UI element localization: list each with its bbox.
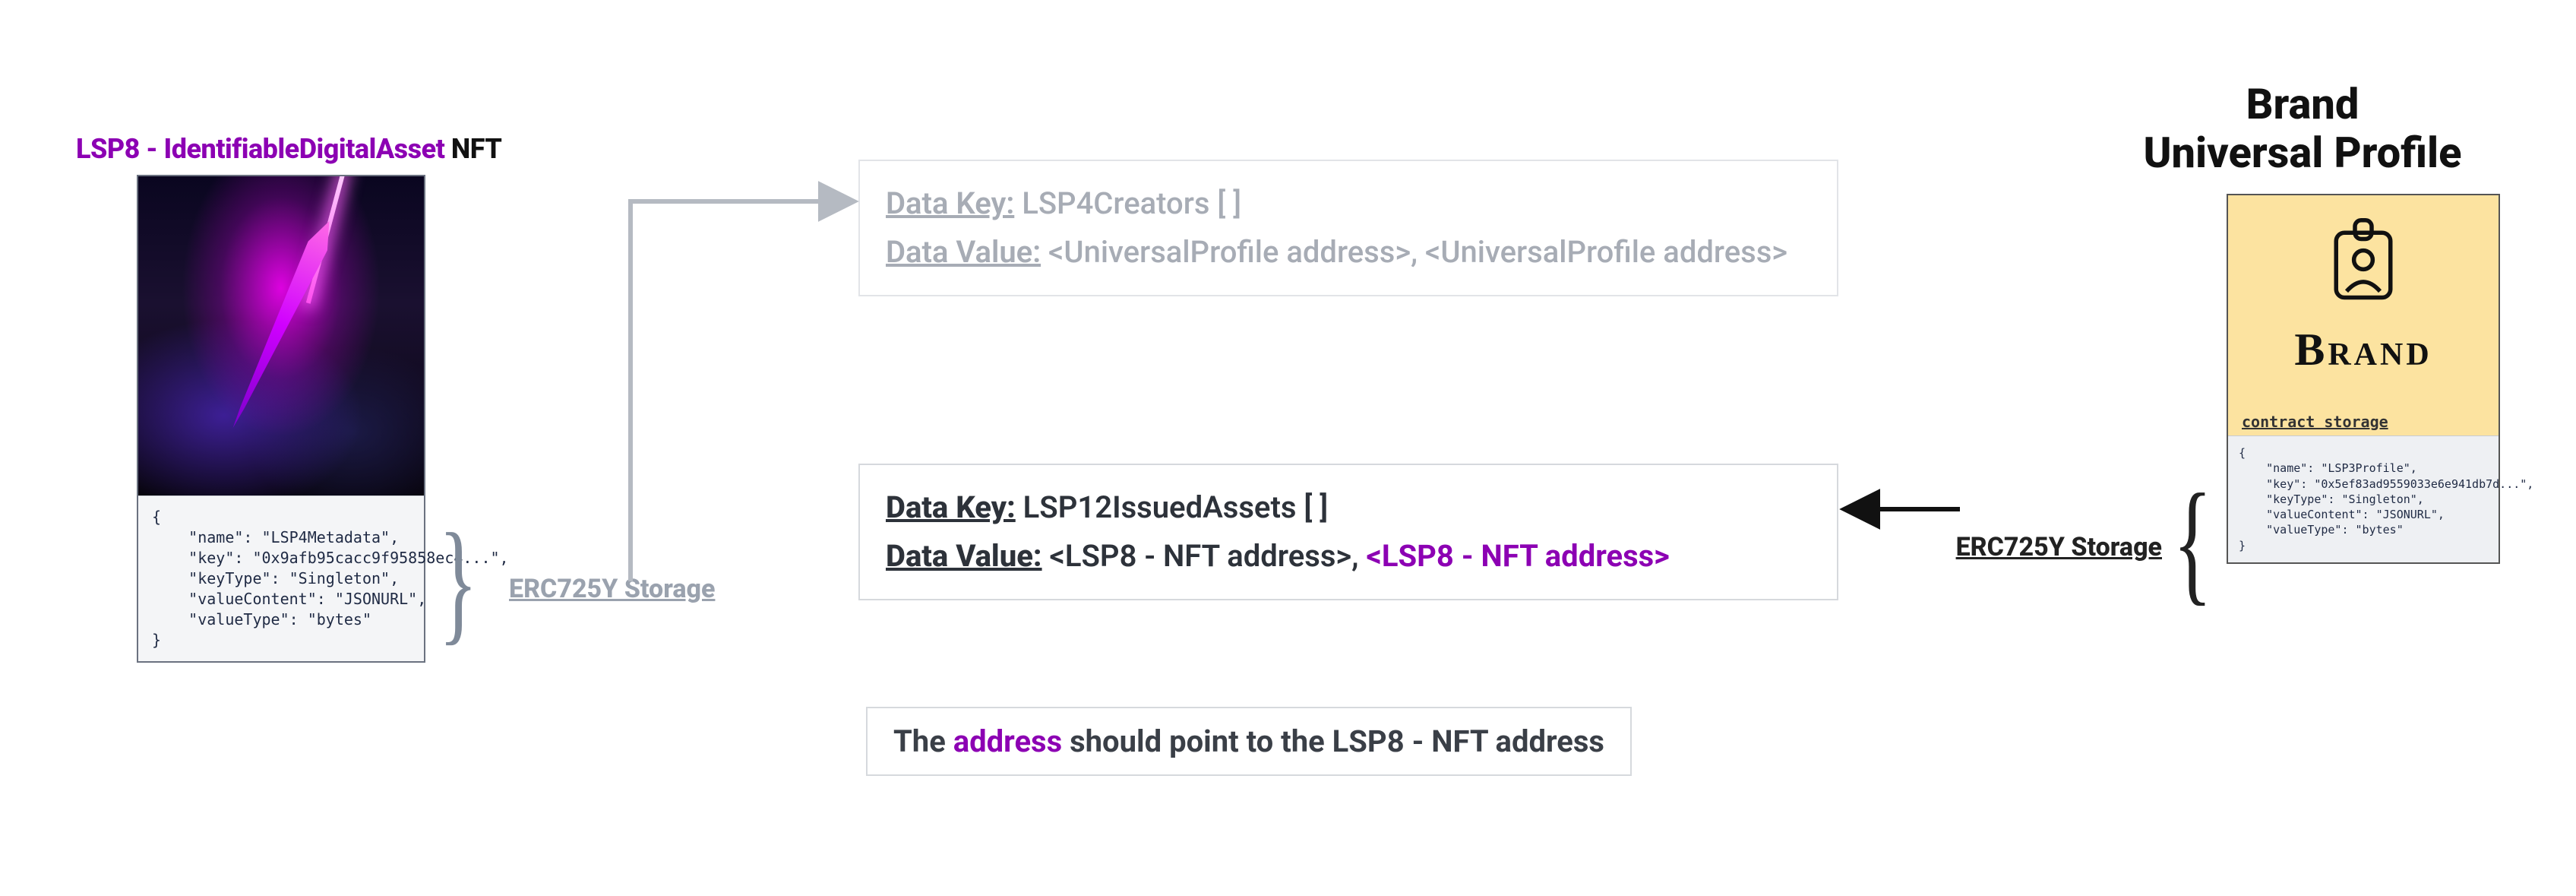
- brand-title-line1: Brand: [2105, 80, 2500, 128]
- brace-right-icon: {: [2173, 494, 2212, 590]
- brand-title-line2: Universal Profile: [2105, 128, 2500, 177]
- nft-json-snippet: { "name": "LSP4Metadata", "key": "0x9afb…: [138, 495, 424, 661]
- issued-key-label: Data Key:: [886, 489, 1016, 525]
- note-address-word: address: [953, 723, 1062, 759]
- id-badge-icon: [2329, 218, 2397, 302]
- erc725y-storage-label-right: ERC725Y Storage: [1956, 532, 2162, 562]
- arrow-left-to-creators: [600, 186, 866, 589]
- note-post: should point to the LSP8 - NFT address: [1062, 723, 1604, 759]
- creators-box: Data Key: LSP4Creators [ ] Data Value: <…: [858, 160, 1838, 296]
- note-pre: The: [893, 723, 953, 759]
- brand-universal-profile-title: Brand Universal Profile: [2105, 80, 2500, 178]
- issued-assets-box: Data Key: LSP12IssuedAssets [ ] Data Val…: [858, 464, 1838, 600]
- lsp8-title: LSP8 - IdentifiableDigitalAsset NFT: [76, 133, 501, 165]
- creators-key-label: Data Key:: [886, 185, 1014, 221]
- creators-key-value: LSP4Creators [ ]: [1014, 185, 1241, 221]
- brace-left-icon: }: [438, 533, 478, 629]
- issued-val-a: <LSP8 - NFT address>,: [1042, 538, 1367, 574]
- note-box: The address should point to the LSP8 - N…: [866, 707, 1632, 776]
- issued-key-value: LSP12IssuedAssets [ ]: [1016, 489, 1329, 525]
- brand-word: Brand: [2228, 324, 2499, 376]
- lsp8-title-suffix: NFT: [444, 133, 501, 165]
- nft-image: [138, 176, 424, 495]
- lsp8-title-prefix: LSP8 - IdentifiableDigitalAsset: [76, 133, 444, 165]
- up-json-snippet: { "name": "LSP3Profile", "key": "0x5ef83…: [2228, 435, 2499, 562]
- contract-storage-label: contract storage: [2228, 399, 2499, 435]
- universal-profile-card: Brand contract storage { "name": "LSP3Pr…: [2227, 194, 2500, 564]
- arrow-right-to-issued: [1838, 486, 1968, 532]
- issued-val-label: Data Value:: [886, 538, 1042, 574]
- creators-val-label: Data Value:: [886, 234, 1041, 270]
- creators-val-value: <UniversalProfile address>, <UniversalPr…: [1041, 234, 1787, 270]
- up-card-top: Brand: [2228, 195, 2499, 399]
- nft-card: { "name": "LSP4Metadata", "key": "0x9afb…: [137, 175, 425, 663]
- issued-val-b: <LSP8 - NFT address>: [1366, 538, 1669, 574]
- sword-icon: [223, 217, 339, 432]
